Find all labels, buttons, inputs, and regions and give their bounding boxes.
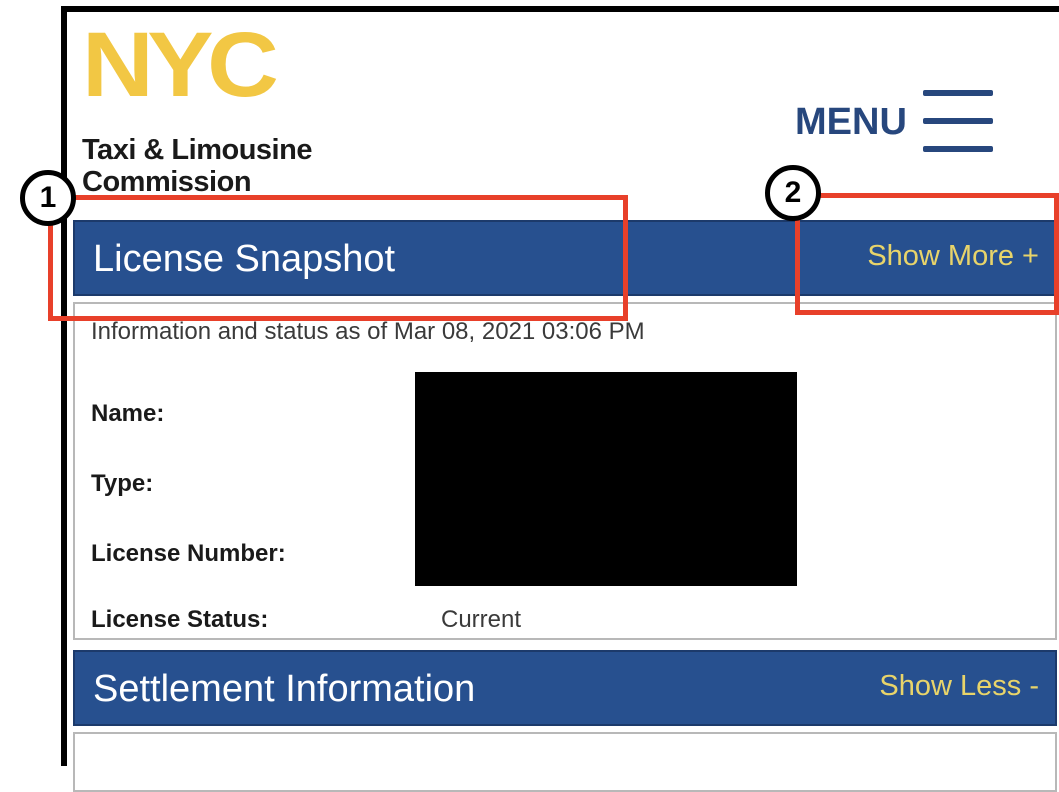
- callout-box-1: [48, 195, 628, 321]
- name-label: Name:: [91, 400, 165, 427]
- logo-mark: NYC: [82, 14, 279, 116]
- callout-badge-1: 1: [20, 170, 76, 226]
- type-label: Type:: [91, 470, 154, 497]
- menu-button[interactable]: MENU: [795, 90, 993, 154]
- settlement-panel: [73, 732, 1057, 792]
- settlement-header: Settlement Information Show Less -: [73, 650, 1057, 726]
- callout-box-2: [795, 193, 1059, 315]
- logo-line-1: Taxi & Limousine: [82, 134, 312, 166]
- show-less-link[interactable]: Show Less -: [879, 670, 1039, 703]
- license-snapshot-panel: Information and status as of Mar 08, 202…: [73, 302, 1057, 640]
- menu-label: MENU: [795, 100, 907, 143]
- license-status-value: Current: [441, 606, 522, 633]
- settlement-title: Settlement Information: [93, 668, 476, 710]
- status-timestamp: Information and status as of Mar 08, 202…: [91, 318, 645, 345]
- license-status-label: License Status:: [91, 606, 269, 633]
- redaction-block: [415, 372, 797, 586]
- page: NYC Taxi & Limousine Commission MENU Lic…: [67, 12, 1059, 792]
- callout-badge-2: 2: [765, 165, 821, 221]
- phone-frame: NYC Taxi & Limousine Commission MENU Lic…: [61, 6, 1059, 792]
- logo-line-2: Commission: [82, 166, 252, 198]
- hamburger-icon: [922, 90, 993, 154]
- nyc-tlc-logo[interactable]: NYC Taxi & Limousine Commission: [82, 19, 362, 198]
- license-number-label: License Number:: [91, 540, 286, 567]
